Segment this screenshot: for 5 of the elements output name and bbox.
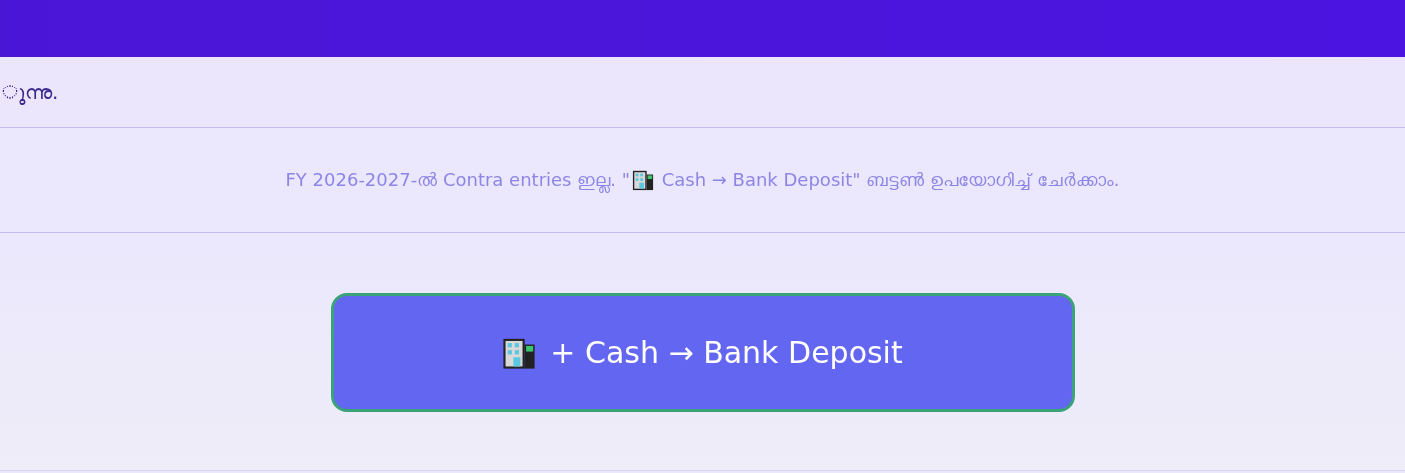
description-text: ുന്നു. xyxy=(2,80,59,104)
empty-message-text: Cash → Bank Deposit" ബട്ടൺ ഉപയോഗിച്ച് ചേർക്കാം. xyxy=(660,169,1120,191)
empty-message-text: FY 2026-2027-ൽ Contra entries ഇല്ല. " xyxy=(285,169,630,191)
atm-icon xyxy=(631,169,654,191)
deposit-button[interactable]: + Cash → Bank Deposit xyxy=(330,293,1075,412)
